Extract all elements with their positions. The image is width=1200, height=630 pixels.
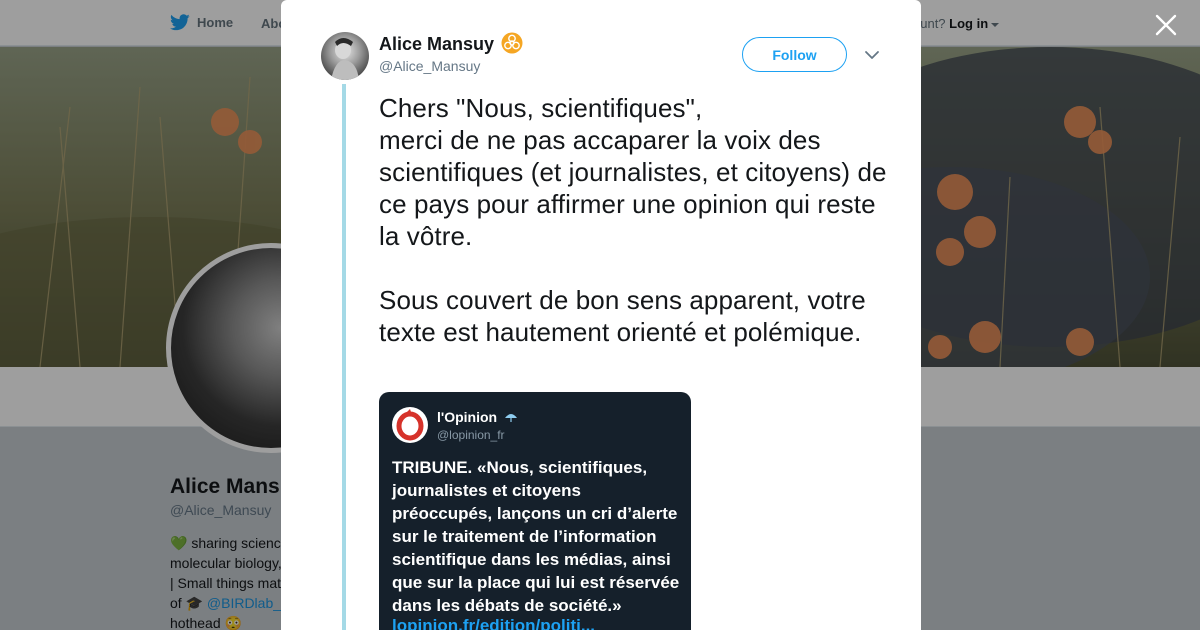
embed-author-handle: @lopinion_fr xyxy=(437,428,505,442)
embed-link[interactable]: lopinion.fr/edition/politi... xyxy=(392,616,595,630)
chevron-down-icon[interactable] xyxy=(864,48,880,62)
tweet-modal: Alice Mansuy @Alice_Mansuy Follow Chers … xyxy=(281,0,921,630)
embed-text: TRIBUNE. «Nous, scientifiques, journalis… xyxy=(392,458,680,615)
biohazard-icon xyxy=(501,32,523,54)
umbrella-icon xyxy=(505,414,517,422)
tweet-text: Chers "Nous, scientifiques", merci de ne… xyxy=(379,93,887,347)
author-name[interactable]: Alice Mansuy xyxy=(379,34,494,55)
thread-connector-line xyxy=(342,84,346,630)
close-icon[interactable] xyxy=(1153,12,1179,38)
portrait-illustration xyxy=(331,38,359,80)
lopinion-o-icon xyxy=(396,409,424,441)
embedded-screenshot-card[interactable]: l'Opinion @lopinion_fr TRIBUNE. «Nous, s… xyxy=(379,392,691,630)
embed-author-name: l'Opinion xyxy=(437,409,498,425)
follow-button[interactable]: Follow xyxy=(742,37,847,72)
author-avatar[interactable] xyxy=(321,32,369,80)
lopinion-logo xyxy=(392,407,428,443)
author-handle[interactable]: @Alice_Mansuy xyxy=(379,58,480,74)
